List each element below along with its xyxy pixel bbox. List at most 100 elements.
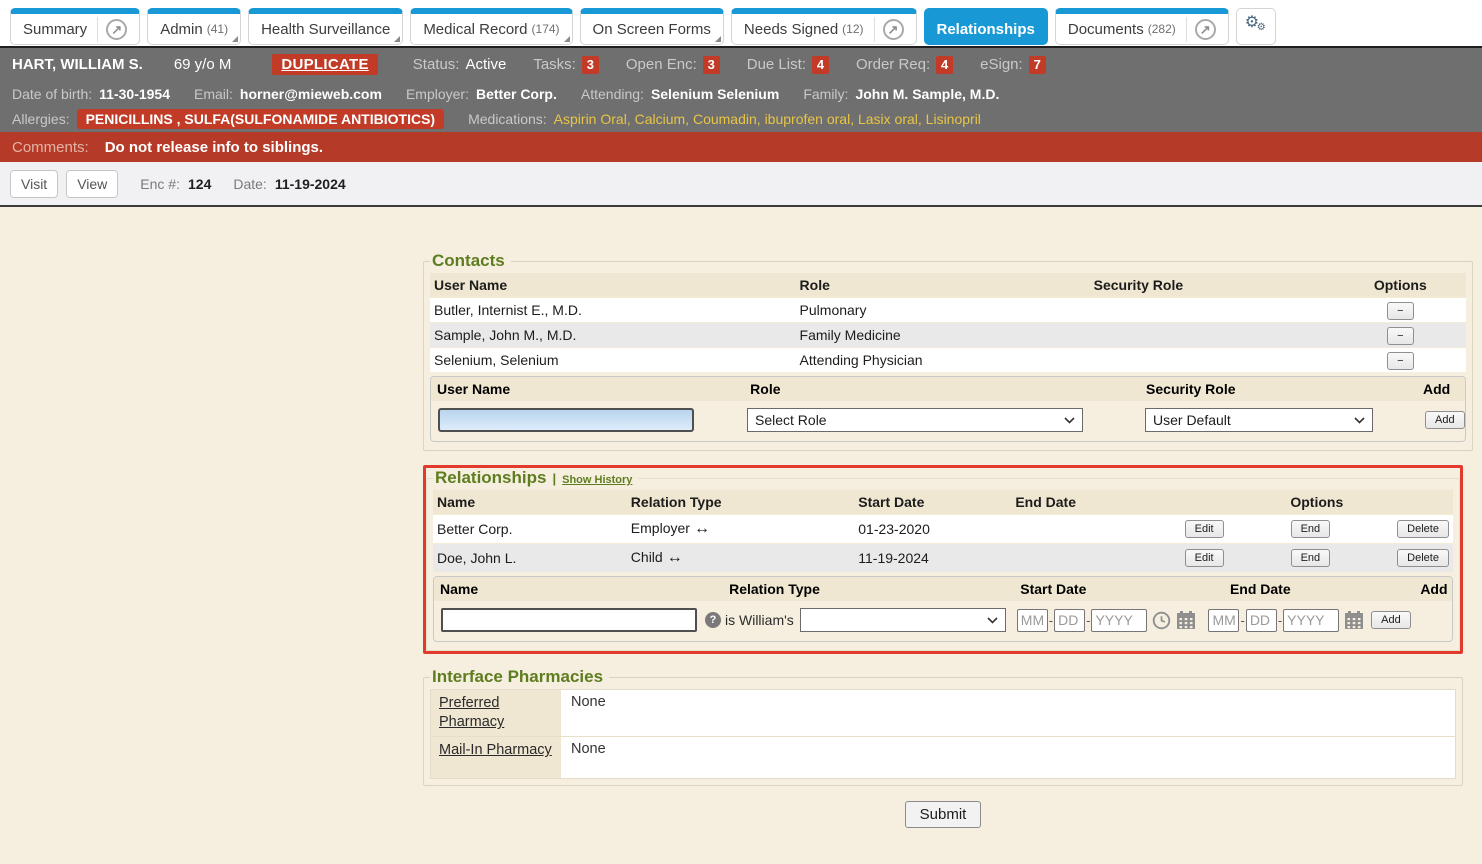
medication-link[interactable]: ibuprofen oral — [765, 111, 858, 127]
main-content: Contacts User Name Role Security Role Op… — [0, 207, 1482, 864]
tab-needs-signed[interactable]: Needs Signed (12) ↗ — [731, 8, 917, 45]
tab-relationships[interactable]: Relationships — [924, 8, 1048, 45]
date-dash: - — [1240, 613, 1244, 628]
dropdown-corner-icon — [715, 36, 721, 42]
medications-list: Aspirin OralCalciumCoumadinibuprofen ora… — [554, 111, 981, 127]
order-req-badge[interactable]: 4 — [936, 56, 953, 74]
help-icon[interactable]: ? — [705, 612, 721, 628]
add-header-role: Role — [744, 381, 1140, 397]
contacts-header-options: Options — [1335, 277, 1465, 293]
start-day-input[interactable] — [1054, 609, 1085, 632]
contact-role: Family Medicine — [796, 327, 1090, 343]
start-month-input[interactable] — [1017, 609, 1048, 632]
tab-label: Admin — [160, 21, 203, 38]
encounter-bar: Visit View Enc #: 124 Date: 11-19-2024 — [0, 162, 1482, 207]
add-header-name: Name — [434, 581, 723, 597]
contacts-row: Butler, Internist E., M.D. Pulmonary − — [430, 297, 1466, 322]
time-picker-button[interactable] — [1152, 611, 1171, 630]
view-button[interactable]: View — [66, 170, 118, 198]
dob-label: Date of birth: — [12, 86, 92, 102]
allergies-value[interactable]: PENICILLINS , SULFA(SULFONAMIDE ANTIBIOT… — [77, 109, 444, 129]
add-header-user-name: User Name — [431, 381, 744, 397]
rel-header-name: Name — [433, 494, 627, 510]
medication-link[interactable]: Calcium — [635, 111, 693, 127]
delete-relationship-button[interactable]: Delete — [1397, 520, 1449, 538]
end-date-calendar-button[interactable] — [1344, 610, 1364, 630]
contacts-header-user-name: User Name — [430, 277, 796, 293]
relation-type-select[interactable] — [800, 608, 1006, 632]
tab-label: Documents — [1068, 21, 1144, 38]
tab-on-screen-forms[interactable]: On Screen Forms — [580, 8, 724, 45]
edit-relationship-button[interactable]: Edit — [1185, 520, 1224, 538]
settings-button[interactable]: ⚙ ⚙ — [1236, 8, 1276, 45]
remove-contact-button[interactable]: − — [1387, 327, 1413, 345]
contacts-title: Contacts — [430, 251, 511, 271]
tasks-badge[interactable]: 3 — [582, 56, 599, 74]
edit-relationship-button[interactable]: Edit — [1185, 549, 1224, 567]
mail-in-pharmacy-value: None — [561, 737, 616, 778]
comments-label: Comments: — [12, 139, 89, 156]
esign-badge[interactable]: 7 — [1029, 56, 1046, 74]
pharmacy-row: Preferred Pharmacy None — [431, 690, 1455, 736]
tab-summary[interactable]: Summary ↗ — [10, 8, 140, 45]
medication-link[interactable]: Coumadin — [693, 111, 765, 127]
tab-health-surveillance[interactable]: Health Surveillance — [248, 8, 403, 45]
duplicate-flag[interactable]: DUPLICATE — [272, 54, 377, 75]
contacts-section: Contacts User Name Role Security Role Op… — [423, 251, 1473, 451]
tab-documents[interactable]: Documents (282) ↗ — [1055, 8, 1229, 45]
open-enc-badge[interactable]: 3 — [703, 56, 720, 74]
contact-role: Attending Physician — [796, 352, 1090, 368]
medication-link[interactable]: Lasix oral — [858, 111, 926, 127]
popout-arrow-icon[interactable]: ↗ — [106, 19, 127, 40]
contact-user-name: Sample, John M., M.D. — [430, 327, 796, 343]
comments-bar: Comments: Do not release info to sibling… — [0, 132, 1482, 162]
role-select-value: Select Role — [755, 412, 827, 428]
end-month-input[interactable] — [1208, 609, 1239, 632]
contacts-header-role: Role — [796, 277, 1090, 293]
tab-medical-record[interactable]: Medical Record (174) — [410, 8, 572, 45]
status-label: Status: — [413, 56, 460, 73]
preferred-pharmacy-link[interactable]: Preferred Pharmacy — [439, 695, 504, 730]
end-year-input[interactable] — [1283, 609, 1339, 632]
tab-count: (41) — [207, 22, 228, 36]
visit-button[interactable]: Visit — [10, 170, 58, 198]
end-relationship-button[interactable]: End — [1291, 520, 1331, 538]
relationships-add-header-row: Name Relation Type Start Date End Date A… — [434, 577, 1452, 601]
end-relationship-button[interactable]: End — [1291, 549, 1331, 567]
relationships-add-box: Name Relation Type Start Date End Date A… — [433, 576, 1453, 642]
date-dash: - — [1278, 613, 1282, 628]
mail-in-pharmacy-link[interactable]: Mail-In Pharmacy — [439, 742, 552, 758]
delete-relationship-button[interactable]: Delete — [1397, 549, 1449, 567]
start-year-input[interactable] — [1091, 609, 1147, 632]
dropdown-corner-icon — [564, 36, 570, 42]
end-day-input[interactable] — [1246, 609, 1277, 632]
contact-user-name-input[interactable] — [438, 408, 694, 432]
security-role-select[interactable]: User Default — [1145, 408, 1373, 432]
popout-arrow-icon[interactable]: ↗ — [883, 19, 904, 40]
medication-link[interactable]: Aspirin Oral — [554, 111, 635, 127]
rel-header-options: Options — [1181, 494, 1453, 510]
popout-arrow-icon[interactable]: ↗ — [1195, 19, 1216, 40]
family-label: Family: — [803, 86, 848, 102]
tab-admin[interactable]: Admin (41) — [147, 8, 241, 45]
add-header-end-date: End Date — [1224, 581, 1414, 597]
show-history-link[interactable]: Show History — [562, 474, 632, 486]
tab-label: Medical Record — [423, 21, 527, 38]
date-dash: - — [1049, 613, 1053, 628]
medication-link[interactable]: Lisinopril — [926, 111, 981, 127]
tab-label: On Screen Forms — [593, 21, 711, 38]
relationships-title: Relationships — [435, 468, 546, 488]
enc-number-value: 124 — [188, 176, 211, 192]
relationship-name-input[interactable] — [441, 608, 697, 632]
start-date-calendar-button[interactable] — [1176, 610, 1196, 630]
remove-contact-button[interactable]: − — [1387, 302, 1413, 320]
role-select[interactable]: Select Role — [747, 408, 1083, 432]
security-role-select-value: User Default — [1153, 412, 1231, 428]
pharmacies-table: Preferred Pharmacy None Mail-In Pharmacy… — [430, 689, 1456, 779]
add-relationship-button[interactable]: Add — [1371, 611, 1411, 629]
due-list-badge[interactable]: 4 — [812, 56, 829, 74]
rel-header-end-date: End Date — [1011, 494, 1180, 510]
comments-value: Do not release info to siblings. — [105, 139, 323, 156]
remove-contact-button[interactable]: − — [1387, 352, 1413, 370]
add-contact-button[interactable]: Add — [1425, 411, 1465, 429]
